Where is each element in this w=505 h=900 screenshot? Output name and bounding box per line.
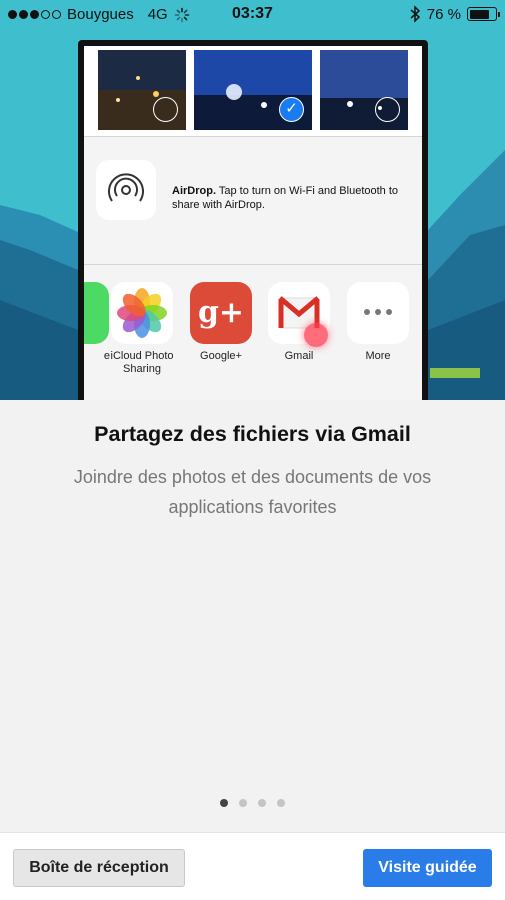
app-label: iCloud Photo Sharing <box>110 350 174 375</box>
unchecked-circle-icon[interactable] <box>153 97 178 122</box>
page-dot[interactable] <box>277 799 285 807</box>
page-dot-active[interactable] <box>220 799 228 807</box>
checkmark-icon[interactable]: ✓ <box>279 97 304 122</box>
airdrop-text: AirDrop. Tap to turn on Wi-Fi and Blueto… <box>172 184 412 212</box>
app-icloud-photo-sharing[interactable]: iCloud Photo Sharing <box>108 282 176 376</box>
airdrop-row[interactable]: AirDrop. Tap to turn on Wi-Fi and Blueto… <box>84 140 422 264</box>
share-apps-row: e iCloud Photo Sharing g+ Google+ Gmail … <box>84 276 422 400</box>
google-plus-icon: g+ <box>190 282 252 344</box>
photo-thumbnail-selected: ✓ <box>194 50 312 130</box>
divider <box>84 136 422 137</box>
inbox-button[interactable]: Boîte de réception <box>13 849 185 887</box>
hero-illustration: Bouygues 4G 03:37 76 % ✓ AirDrop. Tap to… <box>0 0 505 400</box>
battery-percent: 76 % <box>426 5 461 23</box>
app-more[interactable]: More <box>344 282 412 363</box>
app-gmail[interactable]: Gmail <box>265 282 333 363</box>
status-bar: Bouygues 4G 03:37 76 % <box>0 0 505 30</box>
phone-mockup: ✓ AirDrop. Tap to turn on Wi-Fi and Blue… <box>78 40 428 400</box>
share-sheet-screen: ✓ AirDrop. Tap to turn on Wi-Fi and Blue… <box>84 46 422 400</box>
app-google-plus[interactable]: g+ Google+ <box>187 282 255 363</box>
more-icon <box>347 282 409 344</box>
app-label: Google+ <box>200 350 242 362</box>
onboarding-title: Partagez des fichiers via Gmail <box>94 422 411 446</box>
bottom-action-bar: Boîte de réception Visite guidée <box>0 832 505 900</box>
page-dot[interactable] <box>258 799 266 807</box>
photo-thumbnail <box>320 50 408 130</box>
tap-indicator <box>304 323 328 347</box>
battery-icon <box>467 7 500 21</box>
onboarding-description: Joindre des photos et des documents de v… <box>73 467 432 517</box>
photo-strip: ✓ <box>84 46 422 136</box>
bluetooth-icon <box>410 5 420 23</box>
airdrop-icon <box>96 160 156 220</box>
divider <box>84 264 422 265</box>
app-label: Gmail <box>284 350 314 362</box>
unchecked-circle-icon[interactable] <box>375 97 400 122</box>
airdrop-title: AirDrop. <box>172 185 216 197</box>
photos-icon <box>111 282 173 344</box>
page-indicator[interactable] <box>0 799 505 807</box>
photo-thumbnail <box>98 50 186 130</box>
app-label: More <box>365 350 391 362</box>
page-dot[interactable] <box>239 799 247 807</box>
guided-tour-button[interactable]: Visite guidée <box>363 849 492 887</box>
